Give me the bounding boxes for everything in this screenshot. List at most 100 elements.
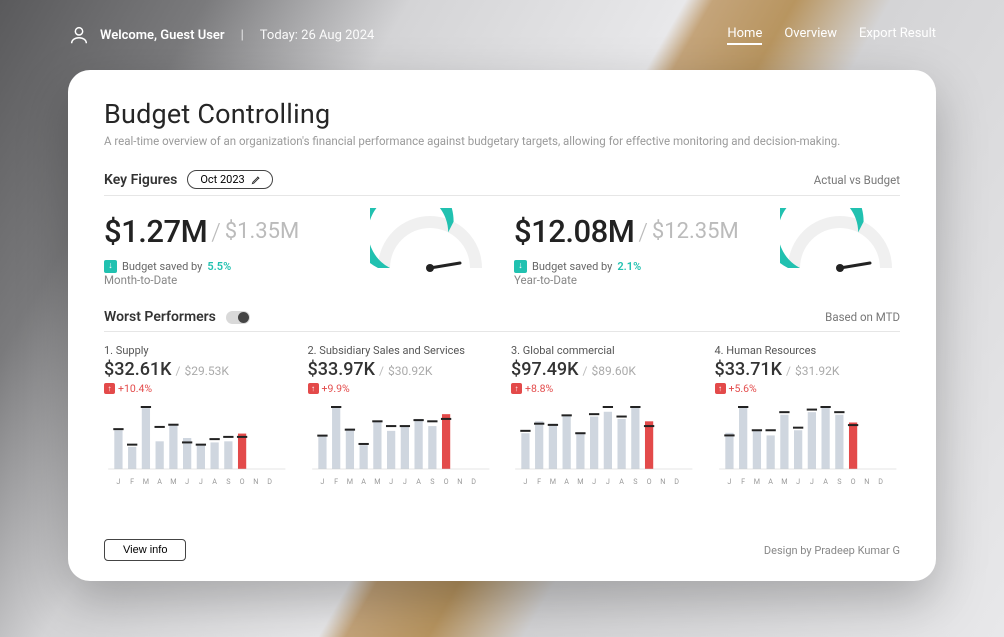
wp-delta: +10.4% bbox=[118, 382, 152, 395]
svg-text:J: J bbox=[185, 477, 189, 486]
arrow-up-icon: ↑ bbox=[104, 383, 115, 394]
svg-text:M: M bbox=[170, 477, 176, 486]
user-icon bbox=[68, 24, 90, 46]
svg-text:J: J bbox=[389, 477, 393, 486]
worst-toggle[interactable] bbox=[226, 311, 250, 324]
ytd-budget: $12.35M bbox=[652, 219, 739, 244]
page-subtitle: A real-time overview of an organization'… bbox=[104, 134, 900, 148]
nav-overview[interactable]: Overview bbox=[784, 26, 837, 45]
wp-mini-chart: JFMAMJJASOND bbox=[308, 403, 494, 488]
arrow-down-icon: ↓ bbox=[104, 260, 117, 273]
svg-text:D: D bbox=[471, 477, 476, 486]
svg-text:S: S bbox=[837, 477, 841, 486]
worst-right-note: Based on MTD bbox=[825, 310, 900, 324]
svg-text:O: O bbox=[647, 477, 652, 486]
topbar-divider: | bbox=[241, 28, 244, 43]
svg-text:F: F bbox=[334, 477, 338, 486]
wp-mini-chart: JFMAMJJASOND bbox=[715, 403, 901, 488]
svg-text:D: D bbox=[267, 477, 272, 486]
arrow-up-icon: ↑ bbox=[511, 383, 522, 394]
svg-text:J: J bbox=[523, 477, 527, 486]
arrow-up-icon: ↑ bbox=[308, 383, 319, 394]
key-figures-label: Key Figures bbox=[104, 172, 177, 188]
ytd-saved-pct: 2.1% bbox=[617, 260, 641, 273]
wp-actual: $33.71K bbox=[715, 359, 783, 380]
period-selector[interactable]: Oct 2023 bbox=[187, 170, 272, 189]
wp-name: 4. Human Resources bbox=[715, 344, 901, 357]
svg-text:J: J bbox=[199, 477, 203, 486]
wp-actual: $33.97K bbox=[308, 359, 376, 380]
svg-text:N: N bbox=[253, 477, 258, 486]
wp-mini-chart: JFMAMJJASOND bbox=[104, 403, 290, 488]
page-title: Budget Controlling bbox=[104, 98, 900, 130]
svg-text:J: J bbox=[727, 477, 731, 486]
wp-delta: +9.9% bbox=[322, 382, 350, 395]
wp-actual: $32.61K bbox=[104, 359, 172, 380]
edit-icon bbox=[251, 174, 262, 185]
mtd-label: Month-to-Date bbox=[104, 273, 490, 287]
arrow-down-icon: ↓ bbox=[514, 260, 527, 273]
svg-text:N: N bbox=[660, 477, 665, 486]
svg-text:A: A bbox=[157, 477, 162, 486]
wp-delta: +8.8% bbox=[525, 382, 553, 395]
svg-text:J: J bbox=[796, 477, 800, 486]
wp-budget: $29.53K bbox=[184, 364, 228, 378]
svg-text:F: F bbox=[537, 477, 541, 486]
svg-text:F: F bbox=[741, 477, 745, 486]
svg-text:N: N bbox=[457, 477, 462, 486]
worst-item: 2. Subsidiary Sales and Services $33.97K… bbox=[308, 344, 494, 488]
svg-text:A: A bbox=[416, 477, 421, 486]
svg-text:M: M bbox=[577, 477, 583, 486]
nav-home[interactable]: Home bbox=[727, 26, 762, 45]
wp-budget: $30.92K bbox=[388, 364, 432, 378]
wp-budget: $89.60K bbox=[591, 364, 635, 378]
nav-export[interactable]: Export Result bbox=[859, 26, 936, 45]
dashboard-card: Budget Controlling A real-time overview … bbox=[68, 70, 936, 581]
mtd-actual: $1.27M bbox=[104, 213, 207, 250]
view-info-button[interactable]: View info bbox=[104, 539, 186, 561]
svg-text:A: A bbox=[361, 477, 366, 486]
period-text: Oct 2023 bbox=[200, 173, 244, 186]
svg-text:M: M bbox=[753, 477, 759, 486]
svg-text:A: A bbox=[619, 477, 624, 486]
ytd-label: Year-to-Date bbox=[514, 273, 900, 287]
kf-mtd: Month-to-Date $1.27M / $1.35M ↓ Budget s… bbox=[104, 208, 490, 289]
svg-text:J: J bbox=[809, 477, 813, 486]
wp-name: 2. Subsidiary Sales and Services bbox=[308, 344, 494, 357]
today-date: Today: 26 Aug 2024 bbox=[260, 28, 375, 43]
wp-budget: $31.92K bbox=[795, 364, 839, 378]
svg-text:A: A bbox=[564, 477, 569, 486]
ytd-gauge bbox=[780, 208, 900, 273]
svg-text:O: O bbox=[850, 477, 855, 486]
welcome-text: Welcome, Guest User bbox=[100, 28, 225, 43]
svg-text:J: J bbox=[606, 477, 610, 486]
svg-text:A: A bbox=[212, 477, 217, 486]
arrow-up-icon: ↑ bbox=[715, 383, 726, 394]
svg-text:F: F bbox=[130, 477, 134, 486]
worst-item: 1. Supply $32.61K / $29.53K ↑ +10.4% JFM… bbox=[104, 344, 290, 488]
svg-text:O: O bbox=[240, 477, 245, 486]
design-credit: Design by Pradeep Kumar G bbox=[764, 544, 900, 557]
svg-text:J: J bbox=[320, 477, 324, 486]
svg-text:S: S bbox=[430, 477, 434, 486]
svg-text:M: M bbox=[143, 477, 149, 486]
svg-text:M: M bbox=[550, 477, 556, 486]
svg-text:S: S bbox=[226, 477, 230, 486]
svg-text:J: J bbox=[402, 477, 406, 486]
mtd-gauge bbox=[370, 208, 490, 273]
svg-text:D: D bbox=[674, 477, 679, 486]
ytd-saved-text: Budget saved by bbox=[532, 260, 612, 273]
wp-actual: $97.49K bbox=[511, 359, 579, 380]
wp-delta: +5.6% bbox=[729, 382, 757, 395]
wp-name: 3. Global commercial bbox=[511, 344, 697, 357]
svg-text:A: A bbox=[768, 477, 773, 486]
wp-name: 1. Supply bbox=[104, 344, 290, 357]
ytd-actual: $12.08M bbox=[514, 213, 634, 250]
mtd-saved-pct: 5.5% bbox=[207, 260, 231, 273]
svg-text:M: M bbox=[781, 477, 787, 486]
worst-label: Worst Performers bbox=[104, 309, 216, 325]
worst-item: 3. Global commercial $97.49K / $89.60K ↑… bbox=[511, 344, 697, 488]
worst-item: 4. Human Resources $33.71K / $31.92K ↑ +… bbox=[715, 344, 901, 488]
svg-text:O: O bbox=[443, 477, 448, 486]
key-figures-right: Actual vs Budget bbox=[814, 173, 900, 187]
